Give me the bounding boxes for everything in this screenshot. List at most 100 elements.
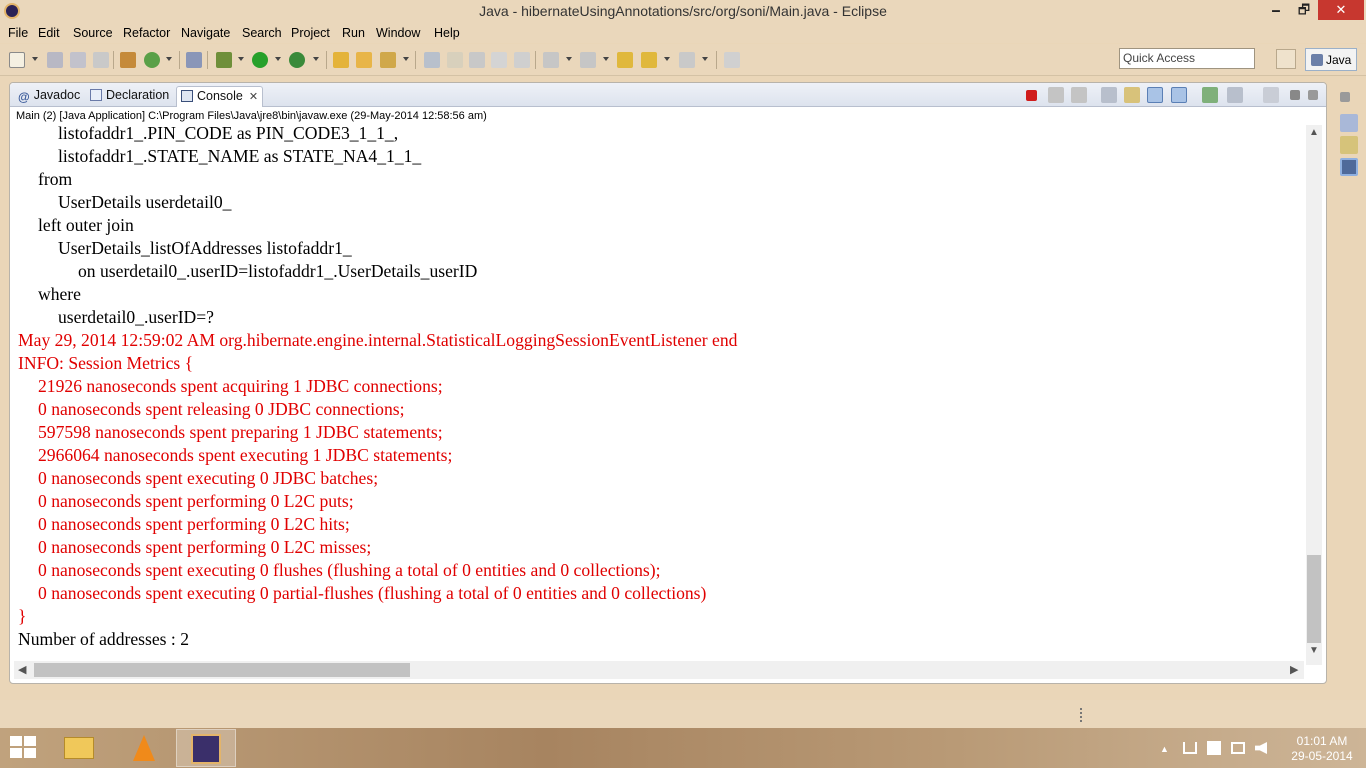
next-annotation-icon[interactable] <box>424 52 440 68</box>
menu-window[interactable]: Window <box>376 26 420 40</box>
skip-breakpoints-icon[interactable] <box>186 52 202 68</box>
remove-launch-icon[interactable] <box>1048 87 1064 103</box>
horizontal-scroll-thumb[interactable] <box>34 663 410 677</box>
window-title: Java - hibernateUsingAnnotations/src/org… <box>479 3 887 19</box>
minimize-button[interactable]: 🗕 <box>1262 0 1290 20</box>
power-icon[interactable] <box>1207 741 1221 755</box>
menu-navigate[interactable]: Navigate <box>181 26 230 40</box>
maximize-button[interactable]: 🗗 <box>1290 0 1318 20</box>
forward-dropdown-icon[interactable] <box>702 57 708 61</box>
toggle-block-selection-icon[interactable] <box>469 52 485 68</box>
windows-start-icon[interactable] <box>10 736 38 760</box>
scroll-lock-icon[interactable] <box>1124 87 1140 103</box>
debug-dropdown-icon[interactable] <box>238 57 244 61</box>
remove-all-terminated-icon[interactable] <box>1071 87 1087 103</box>
menu-edit[interactable]: Edit <box>38 26 60 40</box>
save-icon[interactable] <box>47 52 63 68</box>
forward-icon[interactable] <box>679 52 695 68</box>
tab-declaration[interactable]: Declaration <box>86 86 173 107</box>
run-icon[interactable] <box>252 52 268 68</box>
next-edit-dropdown-icon[interactable] <box>566 57 572 61</box>
new-dropdown-icon[interactable] <box>32 57 38 61</box>
menu-run[interactable]: Run <box>342 26 365 40</box>
refresh-dropdown-icon[interactable] <box>166 57 172 61</box>
open-type-icon[interactable] <box>380 52 396 68</box>
scroll-up-icon[interactable]: ▲ <box>1309 127 1319 138</box>
new-class-icon[interactable] <box>356 52 372 68</box>
console-view-panel: @ Javadoc Declaration Console ✕ Main (2) [… <box>9 82 1327 684</box>
external-tools-icon[interactable] <box>289 52 305 68</box>
new-package-icon[interactable] <box>333 52 349 68</box>
pin-console-icon[interactable] <box>1202 87 1218 103</box>
show-whitespace-icon[interactable] <box>491 52 507 68</box>
tray-expand-icon[interactable]: ▲ <box>1160 744 1169 754</box>
tab-console[interactable]: Console ✕ <box>176 86 264 107</box>
menu-project[interactable]: Project <box>291 26 330 40</box>
previous-edit-icon[interactable] <box>580 52 596 68</box>
close-button[interactable]: ✕ <box>1318 0 1364 20</box>
file-explorer-icon[interactable] <box>50 729 110 767</box>
vertical-scrollbar[interactable]: ▲ ▼ <box>1306 125 1322 665</box>
volume-icon[interactable] <box>1255 742 1267 754</box>
mark-occurrences-icon[interactable] <box>447 52 463 68</box>
javadoc-trim-icon[interactable] <box>1340 114 1358 132</box>
tab-javadoc[interactable]: @ Javadoc <box>14 86 84 107</box>
back-icon[interactable] <box>641 52 657 68</box>
action-center-flag-icon[interactable] <box>1183 742 1197 754</box>
clear-console-icon[interactable] <box>1101 87 1117 103</box>
last-edit-location-icon[interactable] <box>617 52 633 68</box>
back-dropdown-icon[interactable] <box>664 57 670 61</box>
system-clock[interactable]: 01:01 AM 29-05-2014 <box>1282 734 1362 764</box>
process-label: Main (2) [Java Application] C:\Program F… <box>16 110 487 122</box>
network-icon[interactable] <box>1231 742 1245 754</box>
show-console-on-error-icon[interactable] <box>1171 87 1187 103</box>
menu-source[interactable]: Source <box>73 26 113 40</box>
view-menu-icon[interactable] <box>1290 90 1300 100</box>
display-selected-console-icon[interactable] <box>1227 87 1243 103</box>
run-dropdown-icon[interactable] <box>275 57 281 61</box>
menu-search[interactable]: Search <box>242 26 282 40</box>
open-type-dropdown-icon[interactable] <box>403 57 409 61</box>
menu-help[interactable]: Help <box>434 26 460 40</box>
vlc-player-icon[interactable] <box>113 729 173 767</box>
new-file-icon[interactable] <box>9 52 25 68</box>
save-all-icon[interactable] <box>70 52 86 68</box>
open-perspective-icon[interactable] <box>1276 49 1296 69</box>
console-line: INFO: Session Metrics { <box>18 353 194 373</box>
console-line: 597598 nanoseconds spent preparing 1 JDB… <box>38 422 443 442</box>
java-perspective-icon <box>1311 54 1323 66</box>
declaration-trim-icon[interactable] <box>1340 136 1358 154</box>
next-edit-icon[interactable] <box>543 52 559 68</box>
menu-file[interactable]: File <box>8 26 28 40</box>
java-perspective-button[interactable]: Java <box>1305 48 1357 71</box>
horizontal-scrollbar[interactable]: ◀ ▶ <box>14 661 1304 679</box>
scroll-left-icon[interactable]: ◀ <box>18 663 26 676</box>
console-trim-icon[interactable] <box>1340 158 1358 176</box>
quick-access-input[interactable]: Quick Access <box>1119 48 1255 69</box>
vertical-scroll-thumb[interactable] <box>1307 555 1321 643</box>
external-tools-dropdown-icon[interactable] <box>313 57 319 61</box>
print-icon[interactable] <box>93 52 109 68</box>
menu-bar: File Edit Source Refactor Navigate Searc… <box>0 22 1366 43</box>
terminate-icon[interactable] <box>1026 90 1037 101</box>
console-icon <box>181 90 193 102</box>
debug-icon[interactable] <box>216 52 232 68</box>
menu-refactor[interactable]: Refactor <box>123 26 170 40</box>
show-source-icon[interactable] <box>514 52 530 68</box>
previous-edit-dropdown-icon[interactable] <box>603 57 609 61</box>
refresh-icon[interactable] <box>144 52 160 68</box>
console-output[interactable]: listofaddr1_.PIN_CODE as PIN_CODE3_1_1_,… <box>10 125 1303 663</box>
build-icon[interactable] <box>120 52 136 68</box>
eclipse-java-ee-icon[interactable] <box>176 729 236 767</box>
scroll-right-icon[interactable]: ▶ <box>1290 663 1298 676</box>
console-line: UserDetails_listOfAddresses listofaddr1_ <box>58 238 352 258</box>
restore-view-icon[interactable] <box>1340 92 1350 102</box>
show-console-on-output-icon[interactable] <box>1147 87 1163 103</box>
minimize-view-icon[interactable] <box>1308 90 1318 100</box>
open-console-icon[interactable] <box>1263 87 1279 103</box>
pin-editor-icon[interactable] <box>724 52 740 68</box>
status-grip-icon[interactable] <box>1080 708 1083 722</box>
close-tab-icon[interactable]: ✕ <box>249 91 258 103</box>
declaration-icon <box>90 89 102 101</box>
scroll-down-icon[interactable]: ▼ <box>1309 645 1319 656</box>
